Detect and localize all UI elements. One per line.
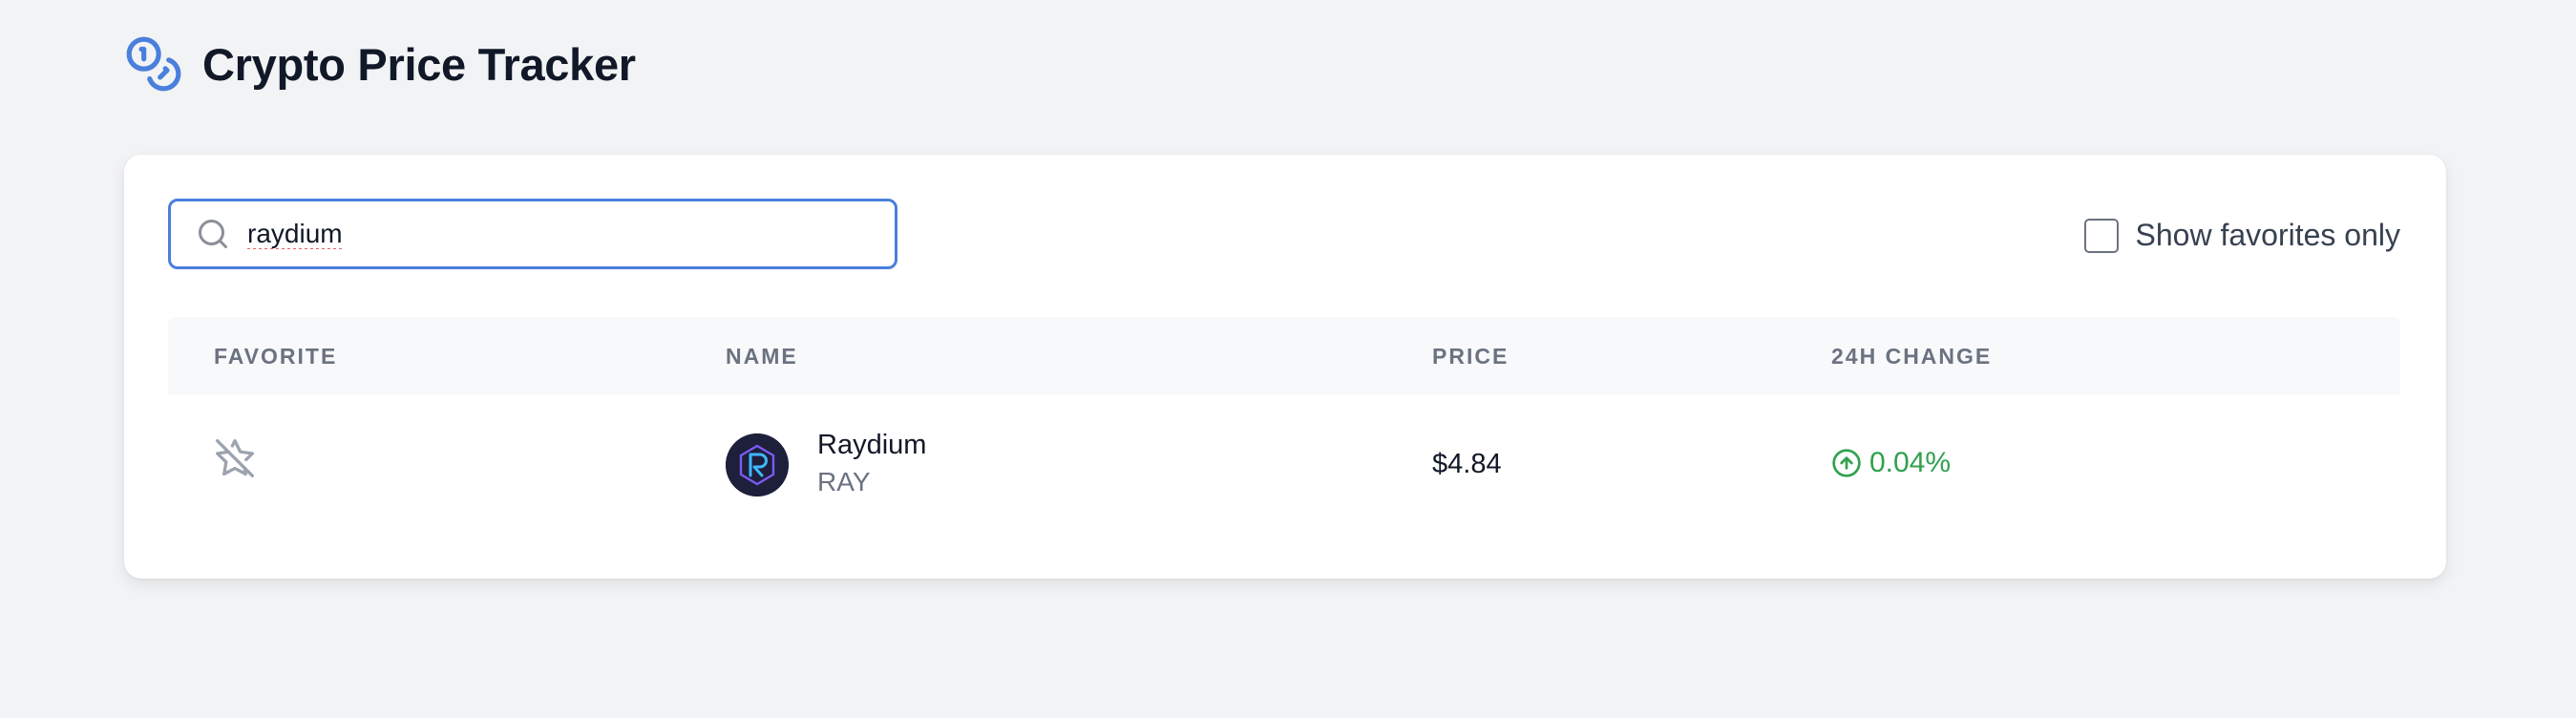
search-box[interactable] xyxy=(168,199,897,269)
search-icon xyxy=(199,220,227,248)
table-row[interactable]: Raydium RAY $4.84 0.04% xyxy=(168,395,2400,538)
star-off-icon[interactable] xyxy=(214,437,256,479)
coins-icon xyxy=(126,36,181,92)
arrow-up-circle-icon xyxy=(1832,449,1861,477)
column-header-price: PRICE xyxy=(1432,344,1510,369)
column-header-24h-change: 24H CHANGE xyxy=(1831,344,1993,369)
favorites-only-label: Show favorites only xyxy=(2135,218,2400,252)
coin-name: Raydium xyxy=(817,430,927,460)
favorites-only-checkbox[interactable] xyxy=(2083,218,2119,253)
price-change-value: 0.04% xyxy=(1869,447,1952,478)
page-title: Crypto Price Tracker xyxy=(202,38,636,90)
price-change: 0.04% xyxy=(1831,447,1951,479)
column-header-name: NAME xyxy=(726,344,798,369)
raydium-logo xyxy=(726,433,789,496)
search-input[interactable] xyxy=(247,219,820,249)
table-header: FAVORITE NAME PRICE 24H CHANGE xyxy=(168,317,2400,395)
coin-symbol: RAY xyxy=(817,467,871,496)
favorites-only-toggle[interactable]: Show favorites only xyxy=(2083,218,2400,253)
app-header: Crypto Price Tracker xyxy=(124,32,636,95)
column-header-favorite: FAVORITE xyxy=(214,344,338,369)
coin-price: $4.84 xyxy=(1432,449,1502,479)
tracker-card: Show favorites only FAVORITE NAME PRICE … xyxy=(124,155,2446,579)
